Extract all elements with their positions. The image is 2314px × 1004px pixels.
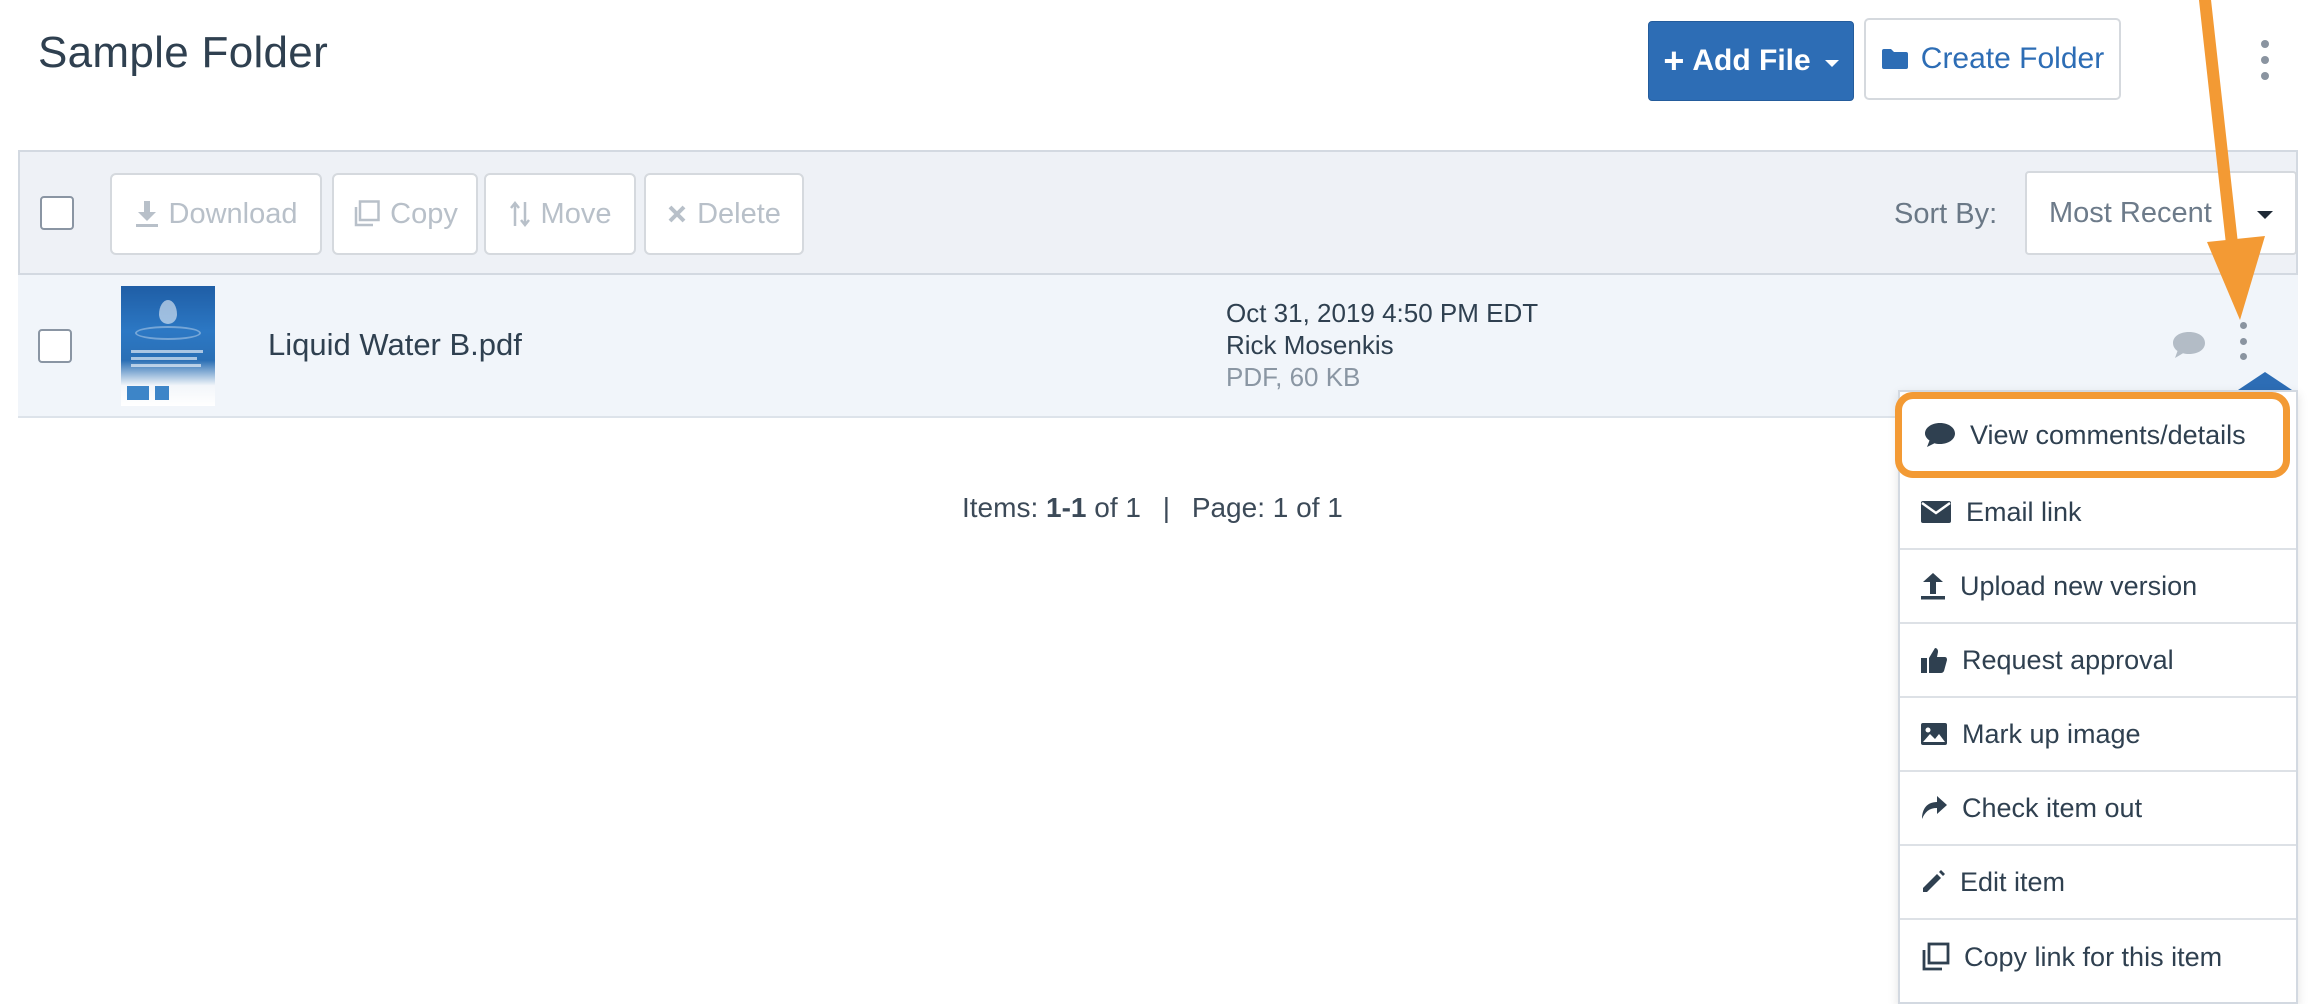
menu-item-email-link[interactable]: Email link bbox=[1900, 476, 2296, 550]
pagination-summary: Items: 1-1 of 1 | Page: 1 of 1 bbox=[962, 492, 1343, 524]
download-label: Download bbox=[168, 197, 298, 230]
row-options-kebab-icon[interactable] bbox=[2236, 322, 2250, 360]
file-toolbar: Download Copy Move Delete Sort By: Most … bbox=[18, 150, 2298, 275]
upload-icon bbox=[1921, 573, 1945, 600]
sort-value: Most Recent bbox=[2049, 196, 2212, 229]
copy-button[interactable]: Copy bbox=[332, 173, 478, 255]
sort-by-label: Sort By: bbox=[1894, 198, 1998, 230]
menu-item-copy-link[interactable]: Copy link for this item bbox=[1900, 920, 2296, 994]
pencil-icon bbox=[1923, 870, 1945, 892]
menu-item-label: View comments/details bbox=[1970, 419, 2246, 450]
move-label: Move bbox=[540, 197, 612, 230]
create-folder-button[interactable]: Create Folder bbox=[1864, 18, 2121, 100]
comment-icon bbox=[1925, 423, 1955, 447]
image-icon bbox=[1921, 723, 1947, 745]
items-label: Items: bbox=[962, 492, 1047, 523]
item-actions-menu: Email link Upload new version Request ap… bbox=[1898, 390, 2298, 1004]
menu-item-view-comments[interactable]: View comments/details bbox=[1895, 392, 2290, 478]
menu-item-label: Upload new version bbox=[1960, 570, 2198, 601]
menu-pointer bbox=[2235, 372, 2295, 392]
comment-icon[interactable] bbox=[2171, 330, 2207, 360]
menu-item-label: Mark up image bbox=[1962, 718, 2141, 749]
envelope-icon bbox=[1921, 501, 1951, 523]
caret-down-icon bbox=[2257, 211, 2273, 219]
download-button[interactable]: Download bbox=[110, 173, 322, 255]
file-author: Rick Mosenkis bbox=[1226, 330, 1394, 360]
create-folder-label: Create Folder bbox=[1920, 42, 2105, 75]
close-icon bbox=[668, 205, 686, 223]
sort-select[interactable]: Most Recent bbox=[2025, 171, 2297, 255]
delete-label: Delete bbox=[697, 197, 781, 230]
file-name[interactable]: Liquid Water B.pdf bbox=[268, 327, 522, 363]
copy-icon bbox=[1922, 942, 1950, 971]
copy-label: Copy bbox=[390, 197, 458, 230]
row-checkbox[interactable] bbox=[38, 329, 72, 363]
pager-separator: | bbox=[1162, 492, 1171, 523]
menu-item-label: Copy link for this item bbox=[1964, 941, 2223, 972]
menu-item-label: Check item out bbox=[1962, 792, 2143, 823]
menu-item-edit-item[interactable]: Edit item bbox=[1900, 846, 2296, 920]
menu-item-check-item-out[interactable]: Check item out bbox=[1900, 772, 2296, 846]
add-file-button[interactable]: + Add File bbox=[1648, 21, 1854, 101]
menu-item-label: Request approval bbox=[1962, 644, 2174, 675]
page-text: Page: 1 of 1 bbox=[1191, 492, 1343, 523]
add-file-label: Add File bbox=[1692, 44, 1811, 77]
file-type-size: PDF, 60 KB bbox=[1226, 362, 1361, 392]
move-arrows-icon bbox=[509, 200, 530, 228]
items-total: of 1 bbox=[1086, 492, 1141, 523]
items-range: 1-1 bbox=[1046, 492, 1087, 523]
menu-item-label: Email link bbox=[1966, 496, 2082, 527]
share-arrow-icon bbox=[1922, 796, 1947, 819]
download-icon bbox=[135, 201, 158, 227]
plus-icon: + bbox=[1663, 40, 1685, 81]
folder-icon bbox=[1881, 49, 1908, 69]
file-date: Oct 31, 2019 4:50 PM EDT bbox=[1226, 298, 1539, 328]
menu-item-upload-new-version[interactable]: Upload new version bbox=[1900, 550, 2296, 624]
move-button[interactable]: Move bbox=[484, 173, 636, 255]
menu-item-mark-up-image[interactable]: Mark up image bbox=[1900, 698, 2296, 772]
select-all-checkbox[interactable] bbox=[40, 196, 74, 230]
copy-icon bbox=[354, 200, 380, 227]
file-thumbnail[interactable] bbox=[121, 286, 215, 406]
caret-down-icon bbox=[1824, 59, 1839, 67]
page-options-kebab-icon[interactable] bbox=[2257, 40, 2273, 80]
thumbs-up-icon bbox=[1921, 648, 1947, 673]
delete-button[interactable]: Delete bbox=[644, 173, 804, 255]
page-title: Sample Folder bbox=[38, 28, 329, 77]
file-meta: Oct 31, 2019 4:50 PM EDT Rick Mosenkis P… bbox=[1226, 297, 1538, 393]
menu-item-request-approval[interactable]: Request approval bbox=[1900, 624, 2296, 698]
menu-item-label: Edit item bbox=[1960, 866, 2066, 897]
